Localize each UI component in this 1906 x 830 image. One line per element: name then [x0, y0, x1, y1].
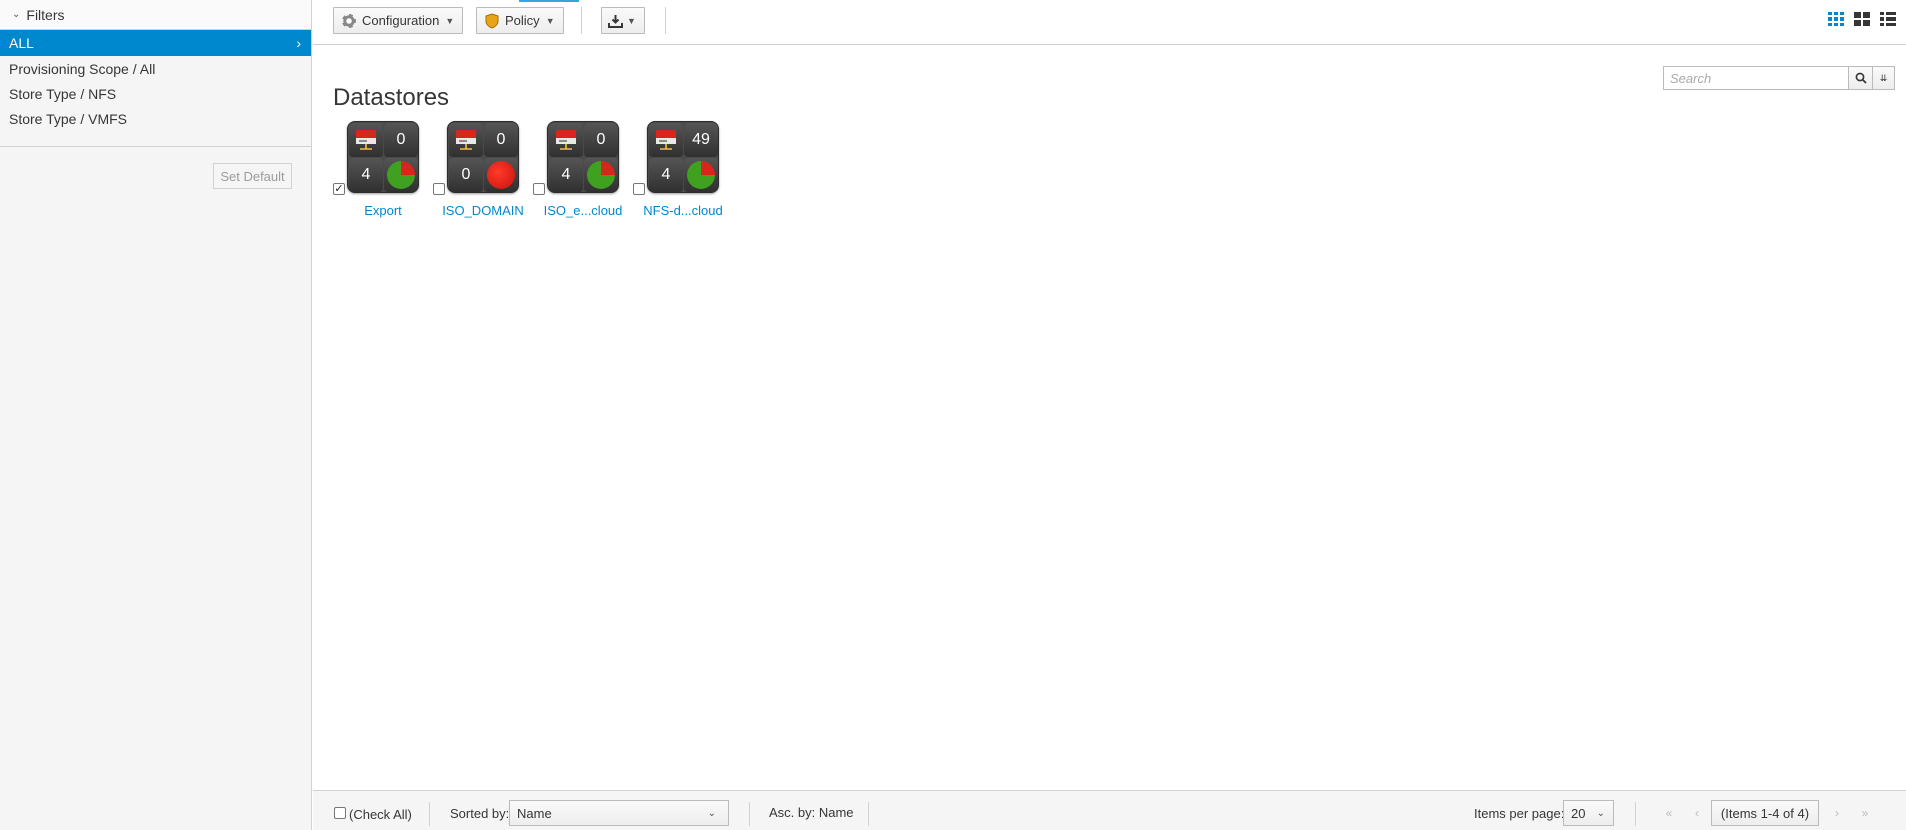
previous-page-icon[interactable]: ‹: [1683, 800, 1711, 826]
chevron-down-icon: ⌄: [1596, 807, 1605, 819]
shield-icon: [485, 12, 499, 29]
datastore-icon: [656, 130, 676, 150]
toolbar: Configuration ▼ Policy ▼ ▼: [313, 0, 1906, 45]
toolbar-divider: [581, 7, 582, 34]
footer-divider: [868, 802, 869, 826]
search-button[interactable]: [1849, 66, 1873, 90]
datastore-tile-nfs-d-cloud[interactable]: 49 4 NFS-d...cloud: [633, 121, 733, 221]
set-default-button[interactable]: Set Default: [213, 163, 292, 189]
tile-name-link[interactable]: ISO_DOMAIN: [433, 203, 533, 218]
filter-divider: [0, 146, 311, 147]
download-button[interactable]: ▼: [601, 7, 645, 34]
datastore-tile-iso-domain[interactable]: 0 0 ISO_DOMAIN: [433, 121, 533, 221]
filter-item-label: Provisioning Scope / All: [9, 60, 156, 77]
filter-item-label: Store Type / NFS: [9, 85, 117, 102]
filters-title: Filters: [26, 6, 65, 23]
footer-divider: [429, 802, 430, 826]
filter-item-all[interactable]: ALL ›: [0, 30, 311, 56]
grid-view-icon[interactable]: [1828, 12, 1844, 26]
view-switcher: [1828, 12, 1896, 26]
tile-count-bottom-left: 0: [449, 158, 483, 192]
chevron-down-icon: ⌄: [707, 807, 716, 819]
tile-name-link[interactable]: ISO_e...cloud: [533, 203, 633, 218]
tile-count-bottom-left: 4: [649, 158, 683, 192]
search-input[interactable]: [1663, 66, 1849, 90]
double-chevron-down-icon: ⇊: [1879, 72, 1888, 83]
items-per-page-label: Items per page:: [1474, 806, 1565, 821]
configuration-label: Configuration: [362, 13, 440, 28]
sort-select-value: Name: [517, 805, 552, 821]
filter-item-label: ALL: [9, 35, 34, 51]
active-tab-indicator: [519, 0, 579, 2]
gear-icon: [342, 13, 356, 28]
tile-count-bottom-left: 4: [349, 158, 383, 192]
filter-list: ALL › Provisioning Scope / All Store Typ…: [0, 30, 311, 131]
quadicon[interactable]: 0 4: [347, 121, 419, 193]
tile-count-bottom-left: 4: [549, 158, 583, 192]
items-per-page-value: 20: [1571, 805, 1586, 821]
configuration-button[interactable]: Configuration ▼: [333, 7, 464, 34]
usage-pie-icon: [587, 161, 615, 189]
quadicon[interactable]: 49 4: [647, 121, 719, 193]
page-title: Datastores: [333, 84, 450, 111]
sort-select[interactable]: Name ⌄: [509, 800, 729, 826]
chevron-right-icon: ›: [296, 35, 301, 51]
download-icon: [608, 14, 623, 28]
chevron-down-icon: ▼: [545, 15, 555, 26]
search-bar: ⇊: [1663, 66, 1895, 90]
policy-label: Policy: [505, 13, 540, 28]
tile-checkbox[interactable]: ✓: [333, 183, 345, 195]
tile-name-link[interactable]: NFS-d...cloud: [633, 203, 733, 218]
filter-item-provisioning-scope[interactable]: Provisioning Scope / All: [0, 56, 311, 81]
check-all-label[interactable]: (Check All): [349, 807, 412, 822]
datastore-tile-iso-e-cloud[interactable]: 0 4 ISO_e...cloud: [533, 121, 633, 221]
sorted-by-label: Sorted by:: [450, 806, 510, 821]
datastore-tiles: 0 4 ✓ Export 0 0 ISO_DOMAIN 0 4 ISO_e...…: [333, 121, 733, 221]
tile-count-top-right: 0: [484, 123, 518, 157]
filter-item-store-type-nfs[interactable]: Store Type / NFS: [0, 81, 311, 106]
quadicon[interactable]: 0 0: [447, 121, 519, 193]
policy-button[interactable]: Policy ▼: [476, 7, 564, 34]
list-footer: (Check All) Sorted by: Name ⌄ Asc. by: N…: [313, 790, 1906, 830]
first-page-icon[interactable]: «: [1655, 800, 1683, 826]
filters-header[interactable]: ⌄ Filters: [0, 0, 311, 30]
chevron-down-icon: ⌄: [12, 9, 21, 20]
usage-pie-icon: [487, 161, 515, 189]
tile-view-icon[interactable]: [1854, 12, 1870, 26]
datastore-tile-export[interactable]: 0 4 ✓ Export: [333, 121, 433, 221]
footer-divider: [1635, 802, 1636, 826]
footer-divider: [749, 802, 750, 826]
chevron-down-icon: ▼: [627, 15, 636, 26]
filters-sidebar: ⌄ Filters ALL › Provisioning Scope / All…: [0, 0, 312, 830]
list-view-icon[interactable]: [1880, 12, 1896, 26]
items-per-page-select[interactable]: 20 ⌄: [1563, 800, 1614, 826]
search-icon: [1855, 72, 1867, 84]
filter-item-label: Store Type / VMFS: [9, 110, 128, 127]
datastore-icon: [556, 130, 576, 150]
tile-checkbox[interactable]: [533, 183, 545, 195]
items-range: (Items 1-4 of 4): [1711, 800, 1819, 826]
advanced-search-button[interactable]: ⇊: [1873, 66, 1895, 90]
datastore-icon: [456, 130, 476, 150]
tile-name-link[interactable]: Export: [333, 203, 433, 218]
chevron-down-icon: ▼: [445, 15, 455, 26]
datastore-icon: [356, 130, 376, 150]
usage-pie-icon: [687, 161, 715, 189]
quadicon[interactable]: 0 4: [547, 121, 619, 193]
tile-checkbox[interactable]: [433, 183, 445, 195]
tile-count-top-right: 0: [384, 123, 418, 157]
usage-pie-icon: [387, 161, 415, 189]
toolbar-divider: [665, 7, 666, 34]
tile-count-top-right: 49: [684, 123, 718, 157]
last-page-icon[interactable]: »: [1851, 800, 1879, 826]
next-page-icon[interactable]: ›: [1823, 800, 1851, 826]
sort-order-toggle[interactable]: Asc. by: Name: [769, 805, 854, 820]
tile-checkbox[interactable]: [633, 183, 645, 195]
filter-item-store-type-vmfs[interactable]: Store Type / VMFS: [0, 106, 311, 131]
tile-count-top-right: 0: [584, 123, 618, 157]
check-all-checkbox[interactable]: [334, 807, 346, 819]
